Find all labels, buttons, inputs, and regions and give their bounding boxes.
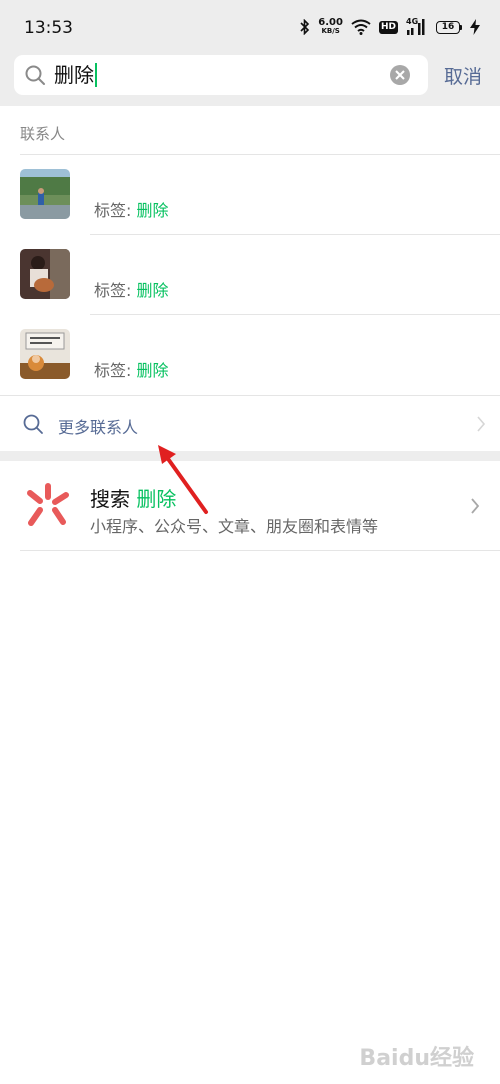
contact-tag: 标签: 删除 — [94, 357, 169, 381]
cancel-button[interactable]: 取消 — [444, 62, 482, 89]
contact-result-row[interactable]: 标签: 删除 — [0, 155, 500, 235]
search-input[interactable]: 删除 — [14, 55, 428, 95]
search-icon — [25, 65, 45, 85]
tag-keyword: 删除 — [136, 281, 169, 300]
annotation-arrow-icon — [158, 445, 208, 514]
search-query-wrap: 删除 — [54, 63, 97, 87]
search-query: 删除 — [54, 63, 94, 87]
more-contacts-label: 更多联系人 — [58, 418, 139, 437]
battery-tip — [460, 24, 462, 30]
search-entry-label: 搜索 — [90, 487, 130, 511]
hd-badge: HD — [378, 20, 398, 34]
net-speed: 6.00 KB/S — [318, 18, 343, 36]
section-separator — [0, 451, 500, 461]
chevron-right-icon — [471, 498, 480, 514]
contact-result-row[interactable]: 标签: 删除 — [0, 235, 500, 315]
contact-tag: 标签: 删除 — [94, 197, 169, 221]
status-bar: 13:53 6.00 KB/S HD 4G 16 — [0, 0, 500, 50]
tag-prefix: 标签: — [94, 201, 137, 220]
signal-icon — [407, 19, 425, 35]
tag-prefix: 标签: — [94, 281, 137, 300]
avatar-photo-guitar — [20, 249, 70, 299]
search-header: 删除 取消 — [0, 50, 500, 106]
chevron-right-icon — [477, 416, 486, 432]
avatar-photo-painting — [20, 329, 70, 379]
status-icons: 6.00 KB/S HD 4G 16 — [300, 14, 480, 40]
contact-tag: 标签: 删除 — [94, 277, 169, 301]
cell-signal: 4G — [406, 18, 428, 36]
avatar-photo-park — [20, 169, 70, 219]
close-icon — [395, 70, 405, 80]
tag-keyword: 删除 — [136, 201, 169, 220]
search-icon — [23, 414, 43, 434]
more-contacts-row[interactable]: 更多联系人 — [0, 395, 500, 451]
bluetooth-icon — [300, 19, 310, 35]
search-feature-logo-icon — [27, 483, 69, 526]
search-entry-description: 小程序、公众号、文章、朋友圈和表情等 — [90, 517, 379, 536]
status-time: 13:53 — [24, 18, 73, 38]
row-divider — [20, 550, 500, 551]
net-speed-unit: KB/S — [321, 27, 340, 35]
search-network-row[interactable]: 搜索 删除 小程序、公众号、文章、朋友圈和表情等 — [0, 461, 500, 551]
avatar — [20, 169, 70, 219]
contact-result-row[interactable]: 标签: 删除 — [0, 315, 500, 395]
avatar — [20, 249, 70, 299]
clear-search-button[interactable] — [390, 65, 410, 85]
battery-level: 16 — [436, 20, 460, 34]
avatar — [20, 329, 70, 379]
watermark: Baidu经验 — [359, 1046, 474, 1071]
tag-prefix: 标签: — [94, 361, 137, 380]
tag-keyword: 删除 — [136, 361, 169, 380]
wifi-icon — [351, 19, 371, 35]
text-caret — [95, 63, 97, 87]
contacts-section-title: 联系人 — [20, 125, 66, 143]
net-speed-value: 6.00 — [318, 17, 343, 28]
charging-icon — [470, 19, 480, 35]
battery-indicator: 16 — [436, 20, 462, 34]
